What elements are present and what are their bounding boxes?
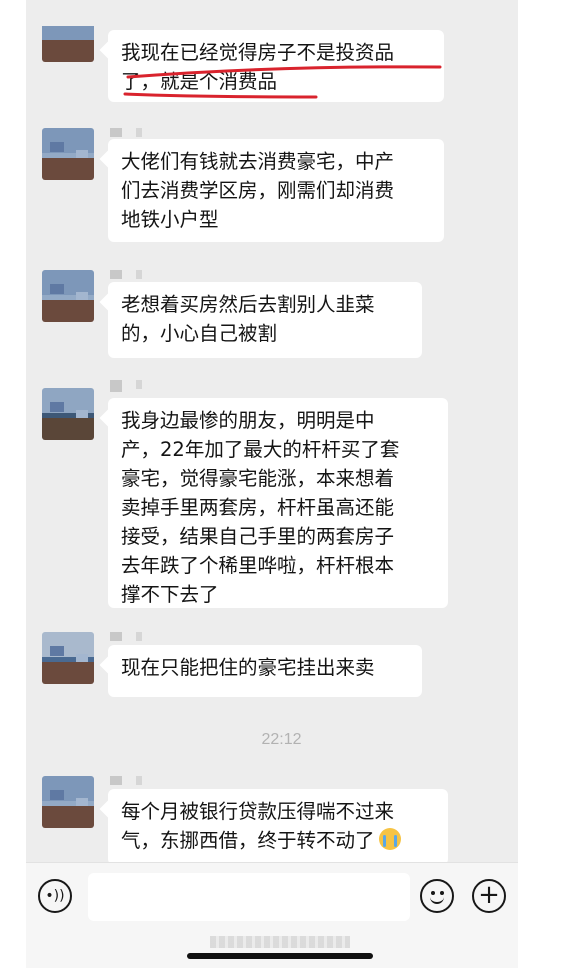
- avatar[interactable]: [42, 26, 94, 62]
- message-bubble[interactable]: 老想着买房然后去割别人韭菜 的，小心自己被割: [108, 282, 422, 358]
- message-text: 大佬们有钱就去消费豪宅，中产: [121, 150, 395, 173]
- timestamp: 22:12: [261, 731, 302, 748]
- message-text: 现在只能把住的豪宅挂出来卖: [121, 656, 375, 679]
- sender-name: [110, 776, 156, 786]
- more-button[interactable]: +: [472, 879, 506, 913]
- avatar[interactable]: [42, 632, 94, 684]
- sender-name: [110, 128, 156, 138]
- message-text: 了，就是个消费品: [121, 70, 278, 93]
- message-text: 们去消费学区房，刚需们却消费: [121, 179, 395, 202]
- plus-icon: +: [478, 880, 500, 910]
- crying-face-icon: [378, 828, 401, 850]
- message-text: 我现在已经觉得房子不是投资品: [121, 41, 395, 64]
- avatar[interactable]: [42, 776, 94, 828]
- message-input[interactable]: [88, 873, 410, 921]
- smiley-mouth: [430, 893, 444, 904]
- message-text: 去年跌了个稀里哗啦，杆杆根本: [121, 554, 395, 577]
- avatar[interactable]: [42, 128, 94, 180]
- sender-name: [110, 380, 156, 392]
- voice-icon: •)): [45, 888, 65, 904]
- message-bubble[interactable]: 大佬们有钱就去消费豪宅，中产 们去消费学区房，刚需们却消费 地铁小户型: [108, 139, 444, 242]
- message-text: 地铁小户型: [121, 208, 219, 231]
- message-text: 产，22年加了最大的杆杆买了套: [121, 438, 400, 461]
- emoji-button[interactable]: [420, 879, 454, 913]
- home-indicator[interactable]: [187, 953, 373, 959]
- message-bubble[interactable]: 现在只能把住的豪宅挂出来卖: [108, 645, 422, 697]
- message-text: 接受，结果自己手里的两套房子: [121, 525, 395, 548]
- message-text: 豪宅，觉得豪宅能涨，本来想着: [121, 467, 395, 490]
- message-text: 撑不下去了: [121, 583, 219, 606]
- message-bubble[interactable]: 我身边最惨的朋友，明明是中 产，22年加了最大的杆杆买了套 豪宅，觉得豪宅能涨，…: [108, 398, 448, 608]
- message-line: 气，东挪西借，终于转不动了: [121, 826, 435, 855]
- watermark: [210, 936, 350, 948]
- message-text: 每个月被银行贷款压得喘不过来: [121, 800, 395, 823]
- avatar[interactable]: [42, 270, 94, 322]
- message-bubble[interactable]: 每个月被银行贷款压得喘不过来 气，东挪西借，终于转不动了: [108, 789, 448, 865]
- message-bubble[interactable]: 我现在已经觉得房子不是投资品 了，就是个消费品: [108, 30, 444, 102]
- voice-input-button[interactable]: •)): [38, 879, 72, 913]
- message-text: 的，小心自己被割: [121, 322, 278, 345]
- message-text: 我身边最惨的朋友，明明是中: [121, 409, 375, 432]
- message-text: 气，东挪西借，终于转不动了: [121, 829, 375, 852]
- message-text: 卖掉手里两套房，杆杆虽高还能: [121, 496, 395, 519]
- message-text: 老想着买房然后去割别人韭菜: [121, 293, 375, 316]
- avatar[interactable]: [42, 388, 94, 440]
- sender-name: [110, 632, 156, 642]
- sender-name: [110, 270, 156, 280]
